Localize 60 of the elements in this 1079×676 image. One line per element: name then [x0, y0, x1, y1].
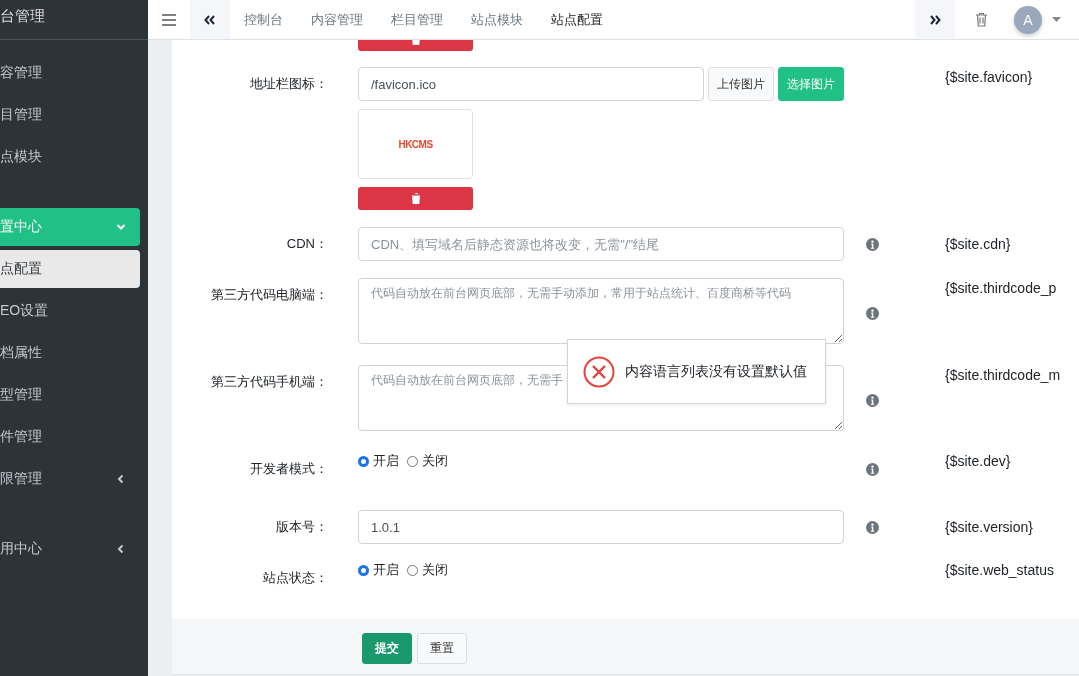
toast-message: 内容语言列表没有设置默认值 [625, 362, 807, 381]
tab[interactable]: 站点模块 [457, 0, 537, 39]
sidebar-item[interactable]: 用中心 [0, 530, 140, 568]
template-variable: {$site.version} [945, 518, 1034, 537]
logo-text: HKCMS [398, 138, 433, 150]
sidebar-item[interactable]: 点模块 [0, 138, 140, 176]
chevron-left-icon [116, 474, 126, 484]
sidebar-item[interactable]: EO设置 [0, 292, 140, 330]
tab[interactable]: 内容管理 [297, 0, 377, 39]
radio-option[interactable]: 关闭 [407, 561, 448, 579]
delete-button[interactable] [358, 187, 473, 210]
tab[interactable]: 控制台 [230, 0, 297, 39]
sidebar-item[interactable]: 件管理 [0, 418, 140, 456]
sidebar-item[interactable]: 容管理 [0, 54, 140, 92]
caret-icon[interactable] [1052, 17, 1061, 22]
chevron-left-icon [116, 544, 126, 554]
trash-icon[interactable] [975, 12, 988, 27]
submit-button[interactable]: 提交 [362, 633, 412, 664]
input-field[interactable]: CDN、填写域名后静态资源也将改变，无需"/"结尾 [358, 227, 844, 261]
template-variable: {$site.thirdcode_m [945, 366, 1062, 385]
double-chevron-right-icon [929, 14, 941, 25]
double-chevron-left-icon [204, 14, 216, 25]
input-field[interactable]: /favicon.ico [358, 67, 704, 101]
info-icon[interactable] [866, 237, 879, 251]
textarea-field[interactable]: 代码自动放在前台网页底部，无需手动添加，常用于站点统计、百度商桥等代码 [358, 278, 844, 344]
upload-button[interactable]: 上传图片 [708, 67, 774, 101]
chevron-down-icon [116, 222, 126, 232]
template-variable: {$site.cdn} [945, 235, 1012, 254]
sidebar-item[interactable]: 点配置 [0, 250, 140, 288]
field-label: 地址栏图标： [249, 75, 329, 93]
reset-button[interactable]: 重置 [417, 633, 467, 664]
info-icon[interactable] [866, 462, 879, 476]
scroll-right-button[interactable] [915, 0, 955, 39]
sidebar-item[interactable]: 限管理 [0, 460, 140, 498]
tab[interactable]: 栏目管理 [377, 0, 457, 39]
template-variable: {$site.web_status [945, 561, 1055, 579]
info-icon[interactable] [866, 520, 879, 534]
info-icon[interactable] [866, 393, 879, 407]
field-label: CDN： [285, 235, 329, 253]
template-variable: {$site.thirdcode_p [945, 279, 1058, 298]
radio-option[interactable]: 开启 [358, 561, 399, 579]
template-variable: {$site.favicon} [945, 68, 1034, 87]
field-label: 版本号： [275, 518, 329, 536]
input-field[interactable]: 1.0.1 [358, 510, 844, 544]
trash-icon [410, 193, 421, 204]
field-label: 第三方代码手机端： [210, 373, 329, 391]
menu-icon[interactable] [162, 13, 176, 26]
sidebar-item[interactable]: 档属性 [0, 334, 140, 372]
sidebar-item[interactable]: 型管理 [0, 376, 140, 414]
template-variable: {$site.dev} [945, 452, 1012, 470]
radio-option[interactable]: 开启 [358, 452, 399, 470]
error-icon [583, 355, 615, 388]
info-icon[interactable] [866, 306, 879, 320]
radio-option[interactable]: 关闭 [407, 452, 448, 470]
field-label: 第三方代码电脑端： [210, 286, 329, 304]
tab[interactable]: 站点配置 [537, 0, 617, 39]
sidebar-item[interactable]: 目管理 [0, 96, 140, 134]
field-label: 站点状态： [262, 569, 329, 587]
field-label: 开发者模式： [249, 460, 329, 478]
scroll-left-button[interactable] [190, 0, 230, 39]
